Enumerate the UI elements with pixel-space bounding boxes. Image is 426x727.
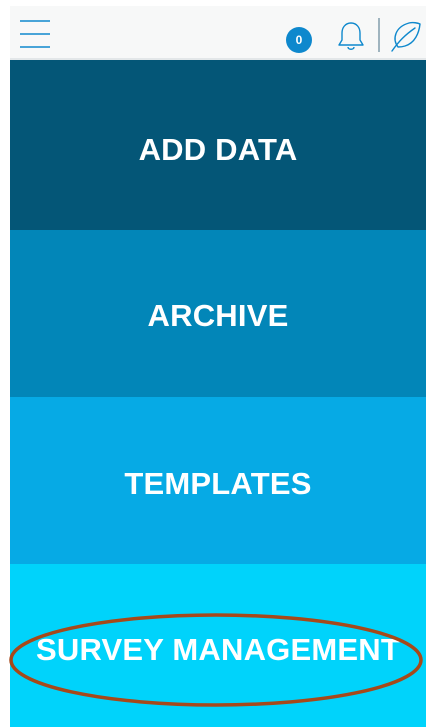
top-bar: 0 xyxy=(10,6,426,60)
header-divider xyxy=(378,18,380,52)
archive-label: ARCHIVE xyxy=(147,298,289,333)
notification-count-badge[interactable]: 0 xyxy=(286,27,312,53)
archive-button[interactable]: ARCHIVE xyxy=(10,230,426,397)
add-data-button[interactable]: ADD DATA xyxy=(10,60,426,230)
leaf-icon[interactable] xyxy=(389,19,423,53)
survey-management-label: SURVEY MANAGEMENT xyxy=(36,632,400,667)
templates-label: TEMPLATES xyxy=(124,466,312,501)
bell-icon[interactable] xyxy=(337,20,365,52)
survey-management-button[interactable]: SURVEY MANAGEMENT xyxy=(10,564,426,727)
app-screen: 0 ADD DATA ARCHIVE TEMPLATES SURVEY MANA… xyxy=(0,0,426,727)
menu-icon[interactable] xyxy=(20,17,50,51)
templates-button[interactable]: TEMPLATES xyxy=(10,397,426,564)
add-data-label: ADD DATA xyxy=(138,132,298,167)
